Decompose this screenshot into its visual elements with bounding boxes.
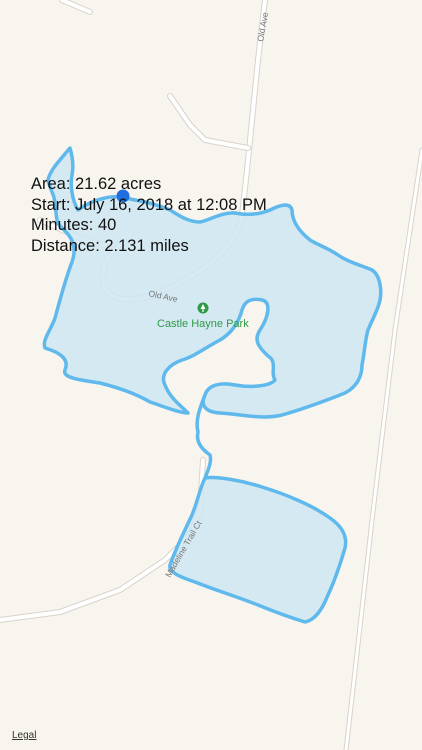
map-canvas[interactable]: Castle Hayne Park Old Ave Old Ave Madeli… — [0, 0, 422, 750]
stats-overlay: Area: 21.62 acres Start: July 16, 2018 a… — [31, 174, 267, 256]
distance-stat: Distance: 2.131 miles — [31, 236, 189, 255]
minutes-stat: Minutes: 40 — [31, 216, 117, 234]
legal-link[interactable]: Legal — [12, 730, 36, 741]
area-stat: Area: 21.62 acres — [31, 175, 162, 193]
start-stat: Start: July 16, 2018 at 12:08 PM — [31, 195, 267, 214]
park-name-label: Castle Hayne Park — [157, 318, 249, 330]
